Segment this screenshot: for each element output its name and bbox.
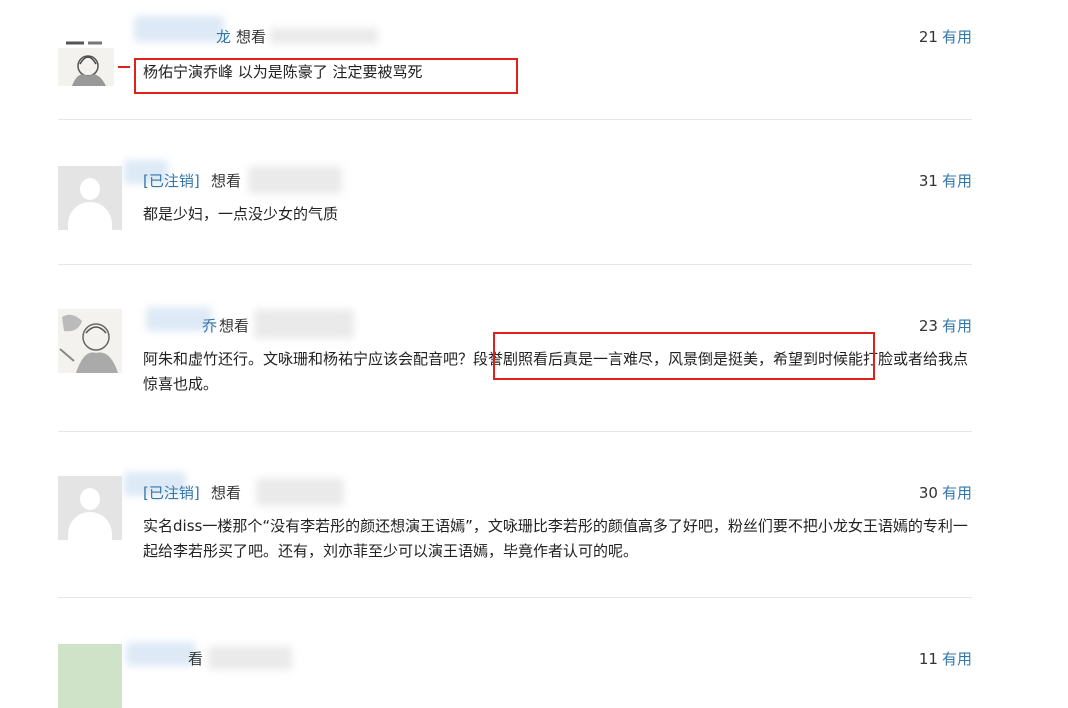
default-avatar-body (68, 202, 112, 230)
rating-status: 想看 (211, 172, 242, 190)
comment-item: 龙 想看 21 有用 杨佑宁演乔峰 以为是陈豪了 注定要被骂死 (58, 16, 972, 100)
username-link[interactable]: [已注销] (143, 482, 200, 503)
vote-count[interactable]: 30 有用 (919, 482, 972, 503)
default-avatar-icon (80, 178, 100, 200)
blurred-username (134, 16, 224, 42)
vote-number: 31 (918, 172, 938, 190)
blurred-date (270, 28, 378, 44)
useful-button[interactable]: 有用 (942, 650, 972, 668)
vote-number: 21 (918, 28, 938, 46)
vote-number: 30 (918, 484, 938, 502)
comment-item: 乔 想看 23 有用 阿朱和虚竹还行。文咏珊和杨祐宁应该会配音吧？段誉剧照看后真是… (58, 305, 972, 415)
user-avatar[interactable] (58, 309, 122, 373)
divider (58, 264, 972, 265)
vote-count[interactable]: 21 有用 (919, 26, 972, 47)
annotation-box (493, 332, 875, 380)
avatar-sketch-icon (59, 314, 118, 373)
useful-button[interactable]: 有用 (942, 172, 972, 190)
rating-status: 想看 (211, 484, 242, 502)
divider (58, 431, 972, 432)
vote-number: 23 (918, 317, 938, 335)
useful-button[interactable]: 有用 (942, 317, 972, 335)
comment-item: [已注销] 想看 31 有用 都是少妇，一点没少女的气质 (58, 160, 972, 240)
vote-count[interactable]: 23 有用 (919, 315, 972, 336)
divider (58, 597, 972, 598)
comment-item: [已注销] 想看 30 有用 实名diss一楼那个“没有李若彤的颜还想演王语嫣”，… (58, 472, 972, 582)
comment-text: 都是少妇，一点没少女的气质 (143, 205, 339, 223)
user-avatar[interactable] (58, 34, 114, 86)
user-avatar[interactable] (58, 476, 122, 540)
annotation-line (118, 66, 130, 68)
useful-button[interactable]: 有用 (942, 28, 972, 46)
comment-item: 看 11 有用 (58, 638, 972, 708)
rating-status: 想看 (236, 28, 267, 46)
divider (58, 119, 972, 120)
vote-count[interactable]: 31 有用 (919, 170, 972, 191)
vote-number: 11 (918, 650, 938, 668)
annotation-box (134, 58, 518, 94)
user-avatar[interactable] (58, 166, 122, 230)
comment-text: 实名diss一楼那个“没有李若彤的颜还想演王语嫣”，文咏珊比李若彤的颜值高多了好… (143, 517, 968, 560)
default-avatar-icon (80, 488, 100, 510)
avatar-sketch-icon (58, 34, 114, 86)
username-link[interactable]: [已注销] (143, 170, 200, 191)
blurred-date (254, 309, 354, 339)
user-avatar[interactable] (58, 644, 122, 708)
blurred-date (208, 646, 292, 670)
blurred-date (248, 166, 342, 194)
useful-button[interactable]: 有用 (942, 484, 972, 502)
blurred-date (256, 478, 344, 506)
default-avatar-body (68, 512, 112, 540)
rating-status: 想看 (219, 317, 250, 335)
username-link[interactable]: 龙 (216, 26, 231, 47)
username-link[interactable]: 乔 (202, 315, 217, 336)
blurred-username (126, 642, 196, 666)
